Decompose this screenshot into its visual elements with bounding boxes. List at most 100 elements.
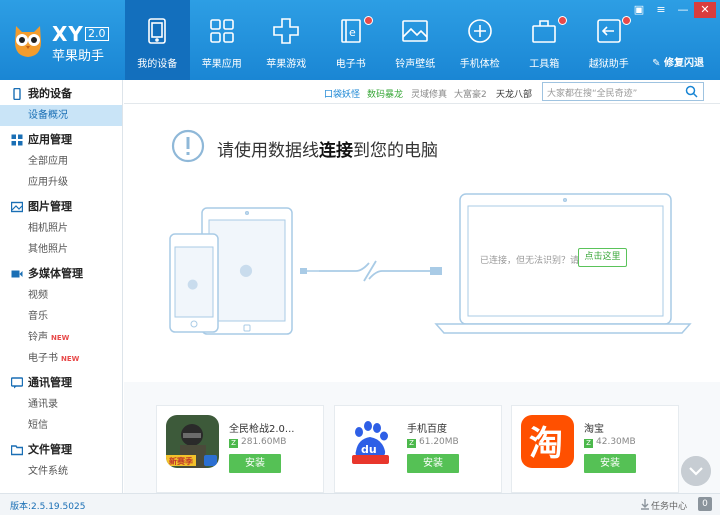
chat-icon [11,377,23,389]
hot-tab[interactable]: 灵域修真 [411,87,447,100]
app-name: 淘宝 [584,424,604,435]
notification-dot [557,16,567,25]
new-badge: NEW [61,355,80,363]
checkup-icon [467,19,492,43]
install-button[interactable]: 安装 [584,454,636,473]
app-card[interactable]: du 手机百度 Z 61.20MB 安装 [334,405,502,493]
status-bar: 版本:2.5.19.5025 任务中心 0 [0,493,720,515]
sidebar-item-label: 其他照片 [28,244,68,255]
app-name: XY [52,22,84,46]
sidebar-group-label: 我的设备 [28,87,72,100]
version-badge: 2.0 [85,27,109,41]
hot-tab[interactable]: 天龙八部 [496,87,532,100]
sidebar-item-label: 相机照片 [28,223,68,234]
sidebar-item[interactable]: 全部应用 [0,151,122,172]
sidebar-item[interactable]: 电子书 NEW [0,348,122,369]
app-size: Z 42.30MB [584,437,636,448]
hot-tab[interactable]: 口袋妖怪 [324,87,360,100]
sidebar-item-label: 铃声 [28,332,48,343]
hot-tab[interactable]: 数码暴龙 [367,87,403,100]
notification-dot [364,16,373,25]
taobao-icon: 淘 [521,415,574,468]
sidebar-item[interactable]: 相机照片 [0,218,122,239]
skin-icon[interactable]: ▣ [628,2,650,18]
sidebar-group-label: 图片管理 [28,200,72,213]
folder-icon [11,445,23,456]
close-icon[interactable]: ✕ [694,2,716,18]
nav-apple-apps[interactable]: 苹果应用 [190,0,255,80]
sidebar-group-label: 应用管理 [28,133,72,146]
sidebar-group[interactable]: 我的设备 [0,83,122,105]
search-input[interactable]: 大家都在搜“全民奇迹” [547,86,637,99]
sidebar-group[interactable]: 应用管理 [0,129,122,151]
sidebar-group-label: 多媒体管理 [28,267,83,280]
nav-apple-games[interactable]: 苹果游戏 [254,0,319,80]
nav-toolbox[interactable]: 工具箱 [512,0,577,80]
search-icon[interactable] [685,85,698,98]
jailbreak-icon [596,19,621,43]
task-center-button[interactable]: 任务中心 [651,499,687,512]
app-card[interactable]: 淘 淘宝 Z 42.30MB 安装 [511,405,679,493]
sidebar-item[interactable]: 通讯录 [0,394,122,415]
sidebar-group[interactable]: 多媒体管理 [0,263,122,285]
app-size: Z 61.20MB [407,437,459,448]
scroll-down-button[interactable] [681,456,711,486]
main-nav: 我的设备 苹果应用 苹果游戏 e 电子书 铃声壁纸 手机体检 工具箱 越狱助手 [125,0,641,80]
sidebar-item[interactable]: 设备概况 [0,105,122,126]
connect-panel: 请使用数据线连接到您的电脑 ● ● 已连接，但无法识别？请 点击这里 [124,105,720,382]
window-controls: ▣ ≡ — ✕ [628,2,716,18]
apps-grid-icon [209,19,234,43]
task-count-badge: 0 [698,497,712,511]
nav-ebook[interactable]: e 电子书 [319,0,384,80]
nav-ringtone-wallpaper[interactable]: 铃声壁纸 [383,0,448,80]
sidebar-item-label: 电子书 [28,353,58,364]
sidebar-group[interactable]: 文件管理 [0,439,122,461]
install-button[interactable]: 安装 [407,454,459,473]
search-box[interactable]: 大家都在搜“全民奇迹” [542,82,704,101]
sidebar-item[interactable]: 其他照片 [0,239,122,260]
click-here-button[interactable]: 点击这里 [578,248,627,267]
toolbox-icon [532,20,557,43]
sidebar-item-label: 全部应用 [28,156,68,167]
download-icon [641,499,649,510]
sidebar-group[interactable]: 通讯管理 [0,372,122,394]
ebook-icon: e [340,19,361,43]
app-name: 手机百度 [407,424,447,435]
nav-my-device[interactable]: 我的设备 [125,0,190,80]
nav-phone-checkup[interactable]: 手机体检 [448,0,513,80]
sidebar-group[interactable]: 图片管理 [0,196,122,218]
main-content: 请使用数据线连接到您的电脑 ● ● 已连接，但无法识别？请 点击这里 新赛季 全… [124,105,720,493]
sidebar-item[interactable]: 应用升级 [0,172,122,193]
svg-text:●: ● [187,277,198,292]
svg-text:淘: 淘 [529,424,563,464]
sidebar-item-label: 通讯录 [28,399,58,410]
sidebar-item[interactable]: 铃声 NEW [0,327,122,348]
app-card[interactable]: 新赛季 全民枪战2.0... Z 281.60MB 安装 [156,405,324,493]
app-size: Z 281.60MB [229,437,286,448]
wallpaper-icon [402,20,429,42]
phone-icon [13,88,21,100]
hot-tab[interactable]: 大富豪2 [454,87,487,100]
version-label: 版本:2.5.19.5025 [10,502,86,512]
video-icon [11,270,23,278]
install-button[interactable]: 安装 [229,454,281,473]
svg-text:du: du [361,443,377,456]
minimize-icon[interactable]: — [672,2,694,18]
device-icon [148,18,167,44]
sidebar-item-label: 文件系统 [28,466,68,477]
sidebar-item[interactable]: 短信 [0,415,122,436]
sidebar-item[interactable]: 音乐 [0,306,122,327]
app-subtitle: 苹果助手 [52,49,105,64]
devices-illustration: ● ● [169,193,692,335]
sidebar-item[interactable]: 视频 [0,285,122,306]
sidebar-item-label: 音乐 [28,311,48,322]
sidebar-group-label: 通讯管理 [28,376,72,389]
menu-icon[interactable]: ≡ [650,2,672,18]
sidebar-item-label: 应用升级 [28,177,68,188]
game-soldier-icon: 新赛季 [166,415,219,468]
sidebar-item[interactable]: 文件系统 [0,461,122,482]
repair-crash-button[interactable]: ✎ 修复闪退 [652,54,704,69]
sidebar-group-label: 文件管理 [28,443,72,456]
svg-text:●: ● [239,260,253,279]
new-badge: NEW [51,334,70,342]
